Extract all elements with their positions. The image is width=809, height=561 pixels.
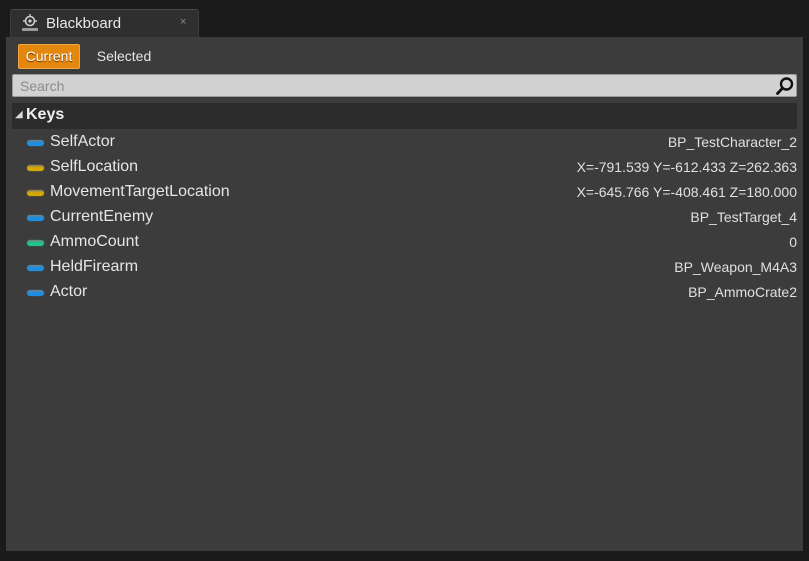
key-name: Actor	[50, 283, 88, 300]
key-name: SelfLocation	[50, 158, 139, 175]
key-value: X=-645.766 Y=-408.461 Z=180.000	[576, 184, 797, 200]
key-type-indicator-icon	[27, 165, 44, 171]
blackboard-icon	[19, 13, 41, 33]
key-name: SelfActor	[50, 133, 115, 150]
key-row-held-firearm[interactable]: HeldFirearm BP_Weapon_M4A3	[12, 255, 797, 280]
search-icon[interactable]	[775, 76, 795, 96]
key-name: HeldFirearm	[50, 258, 139, 275]
key-value: BP_TestTarget_4	[690, 209, 797, 225]
key-value: 0	[789, 234, 797, 250]
key-type-indicator-icon	[27, 190, 44, 196]
tab-title: Blackboard	[46, 15, 122, 32]
selected-button[interactable]: Selected	[86, 44, 162, 69]
key-value: BP_Weapon_M4A3	[674, 259, 797, 275]
blackboard-panel: Current Selected ◢ Keys SelfActor BP_Tes…	[6, 37, 803, 551]
key-name: CurrentEnemy	[50, 208, 154, 225]
key-type-indicator-icon	[27, 240, 44, 246]
current-button[interactable]: Current	[18, 44, 80, 69]
collapse-arrow-icon[interactable]: ◢	[15, 109, 23, 120]
key-value: BP_AmmoCrate2	[688, 284, 797, 300]
key-row-self-actor[interactable]: SelfActor BP_TestCharacter_2	[12, 130, 797, 155]
key-value: BP_TestCharacter_2	[667, 134, 797, 150]
key-value: X=-791.539 Y=-612.433 Z=262.363	[576, 159, 797, 175]
key-row-movement-target-location[interactable]: MovementTargetLocation X=-645.766 Y=-408…	[12, 180, 797, 205]
search-box	[12, 74, 797, 97]
key-row-self-location[interactable]: SelfLocation X=-791.539 Y=-612.433 Z=262…	[12, 155, 797, 180]
keys-category-label: Keys	[26, 106, 65, 123]
tab-bar: Blackboard ×	[0, 0, 809, 37]
close-icon[interactable]: ×	[180, 16, 186, 28]
key-name: AmmoCount	[50, 233, 139, 250]
panel-bottom-border	[0, 551, 809, 561]
key-name: MovementTargetLocation	[50, 183, 230, 200]
key-row-ammo-count[interactable]: AmmoCount 0	[12, 230, 797, 255]
keys-category-header[interactable]: ◢ Keys	[12, 103, 797, 129]
key-row-current-enemy[interactable]: CurrentEnemy BP_TestTarget_4	[12, 205, 797, 230]
key-type-indicator-icon	[27, 140, 44, 146]
key-type-indicator-icon	[27, 290, 44, 296]
key-type-indicator-icon	[27, 215, 44, 221]
search-input[interactable]	[13, 75, 768, 96]
key-row-actor[interactable]: Actor BP_AmmoCrate2	[12, 280, 797, 305]
key-type-indicator-icon	[27, 265, 44, 271]
blackboard-window: Blackboard × Current Selected ◢ Keys Sel…	[0, 0, 809, 561]
tab-blackboard[interactable]: Blackboard ×	[10, 9, 199, 37]
